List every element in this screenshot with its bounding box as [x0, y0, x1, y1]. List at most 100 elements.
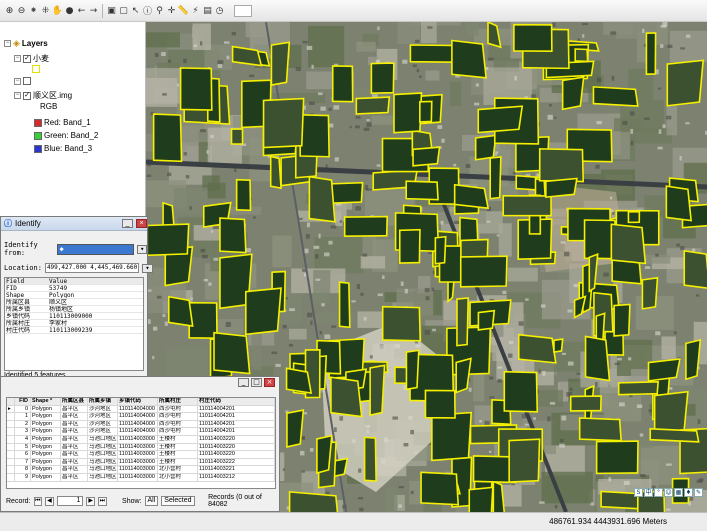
fixed-zoom-in-icon[interactable]: ⁕ — [28, 4, 39, 18]
html-popup-icon[interactable]: ▤ — [202, 4, 213, 18]
table-row[interactable]: 4 Polygon 昌平区 马池口地区 110114003000 土楼村 110114003… — [7, 435, 275, 444]
wheat-field-polygon[interactable] — [574, 48, 589, 63]
collapse-icon[interactable]: − — [14, 77, 21, 85]
wheat-field-polygon[interactable] — [398, 228, 421, 264]
pan-icon[interactable]: ✋ — [52, 4, 63, 18]
column-header[interactable]: 所属区县 — [61, 398, 88, 405]
wheat-field-polygon[interactable] — [286, 409, 305, 448]
measure-icon[interactable]: 📏 — [178, 4, 189, 18]
wheat-field-polygon[interactable] — [517, 333, 557, 364]
wheat-field-polygon[interactable] — [613, 303, 631, 337]
wheat-field-polygon[interactable] — [456, 297, 470, 347]
collapse-icon[interactable]: − — [14, 92, 21, 99]
wheat-field-polygon[interactable] — [434, 235, 447, 265]
ime-smiley-icon[interactable]: ☺ — [664, 488, 673, 497]
wheat-field-polygon[interactable] — [270, 41, 291, 87]
wheat-field-polygon[interactable] — [595, 440, 639, 475]
wheat-field-polygon[interactable] — [592, 86, 639, 107]
wheat-field-polygon[interactable] — [409, 44, 456, 63]
wheat-field-polygon[interactable] — [355, 96, 391, 115]
wheat-field-polygon[interactable] — [308, 175, 336, 223]
wheat-field-polygon[interactable] — [489, 156, 502, 200]
ime-tools-icon[interactable]: ✎ — [694, 488, 703, 497]
wheat-field-polygon[interactable] — [647, 358, 681, 382]
wheat-field-polygon[interactable] — [513, 23, 553, 52]
wheat-field-polygon[interactable] — [235, 178, 252, 212]
wheat-field-polygon[interactable] — [245, 287, 282, 336]
attribute-grid[interactable]: FID Shape * 所属区县 所属乡镇 乡镇代码 所属村庄 村庄代码 ▸ 0 Polygon… — [6, 397, 276, 489]
wheat-field-polygon[interactable] — [459, 255, 508, 288]
wheat-field-polygon[interactable] — [610, 223, 647, 265]
ime-logo-icon[interactable]: S — [634, 488, 643, 497]
column-header[interactable]: Shape * — [31, 398, 61, 405]
identify-result-row[interactable]: FID 53749 — [5, 285, 143, 292]
wheat-field-polygon[interactable] — [455, 357, 472, 394]
wheat-field-polygon[interactable] — [685, 338, 702, 381]
wheat-field-polygon[interactable] — [641, 276, 659, 310]
wheat-field-polygon[interactable] — [627, 210, 641, 224]
wheat-field-polygon[interactable] — [331, 65, 354, 103]
wheat-field-polygon[interactable] — [412, 146, 441, 167]
wheat-field-polygon[interactable] — [393, 92, 423, 134]
last-record-button[interactable]: ⏭ — [98, 496, 107, 506]
wheat-field-polygon[interactable] — [179, 67, 213, 111]
identify-result-row[interactable]: 村庄代码 110113009239 — [5, 327, 143, 334]
wheat-field-polygon[interactable] — [453, 183, 490, 210]
wheat-field-polygon[interactable] — [405, 349, 420, 391]
wheat-field-polygon[interactable] — [477, 105, 524, 134]
table-row[interactable]: 9 Polygon 昌平区 马池口地区 110114003000 北小营村 11011400… — [7, 473, 275, 482]
wheat-field-polygon[interactable] — [431, 411, 473, 462]
wheat-field-polygon[interactable] — [584, 335, 611, 382]
identify-result-row[interactable]: 乡镇代码 110113009000 — [5, 313, 143, 320]
wheat-field-polygon[interactable] — [363, 436, 377, 482]
ime-keyboard-icon[interactable]: ▦ — [674, 488, 683, 497]
minimize-button[interactable]: _ — [238, 378, 249, 387]
wheat-field-polygon[interactable] — [405, 180, 439, 201]
wheat-field-polygon[interactable] — [381, 305, 422, 342]
wheat-field-polygon[interactable] — [330, 376, 363, 418]
back-extent-icon[interactable]: ← — [76, 4, 87, 18]
wheat-field-polygon[interactable] — [269, 155, 282, 190]
show-selected-button[interactable]: Selected — [161, 496, 195, 506]
table-row[interactable]: 3 Polygon 昌平区 沙河地区 110114004000 西沙屯村 110114004… — [7, 428, 275, 436]
identify-result-row[interactable]: 所属乡镇 杨镇地区 — [5, 306, 143, 313]
wheat-field-polygon[interactable] — [329, 181, 364, 205]
wheat-field-polygon[interactable] — [230, 128, 244, 145]
table-row[interactable]: 5 Polygon 昌平区 马池口地区 110114003000 土楼村 110114003… — [7, 443, 275, 452]
table-row[interactable]: 2 Polygon 昌平区 沙河地区 110114004000 西沙屯村 110114004… — [7, 420, 275, 429]
band-color-swatch[interactable] — [34, 118, 42, 127]
ime-chinese-icon[interactable]: 中 — [644, 488, 653, 497]
zoom-in-icon[interactable]: ⊕ — [4, 4, 15, 18]
wheat-field-polygon[interactable] — [617, 381, 660, 396]
forward-extent-icon[interactable]: → — [88, 4, 99, 18]
dropdown-arrow-icon[interactable]: ▾ — [137, 244, 147, 254]
identify-icon[interactable]: ⓘ — [142, 4, 153, 18]
location-menu-icon[interactable]: ▾ — [141, 263, 153, 273]
wheat-field-polygon[interactable] — [502, 195, 552, 217]
wheat-field-polygon[interactable] — [188, 301, 218, 340]
identify-result-row[interactable]: Shape Polygon — [5, 292, 143, 299]
wheat-field-polygon[interactable] — [468, 486, 494, 512]
wheat-field-polygon[interactable] — [343, 215, 389, 238]
column-header[interactable] — [7, 398, 15, 405]
wheat-field-polygon[interactable] — [219, 217, 247, 254]
wheat-field-polygon[interactable] — [474, 134, 497, 161]
previous-record-button[interactable]: ◀ — [45, 496, 54, 506]
identify-result-row[interactable]: 所属村庄 李家村 — [5, 320, 143, 327]
table-row[interactable]: 6 Polygon 昌平区 马池口地区 110114003000 土楼村 110114003… — [7, 451, 275, 459]
wheat-field-polygon[interactable] — [420, 471, 460, 506]
select-features-icon[interactable]: ▣ — [106, 4, 117, 18]
full-extent-icon[interactable]: ● — [64, 4, 75, 18]
wheat-symbol-swatch[interactable] — [32, 65, 40, 73]
ime-skin-icon[interactable]: ♦ — [684, 488, 693, 497]
layer-visibility-checkbox[interactable] — [23, 77, 31, 85]
zoom-out-icon[interactable]: ⊖ — [16, 4, 27, 18]
select-elements-icon[interactable]: ↖ — [130, 4, 141, 18]
wheat-field-polygon[interactable] — [569, 395, 602, 412]
column-header[interactable]: 乡镇代码 — [118, 398, 158, 405]
wheat-field-polygon[interactable] — [338, 281, 351, 329]
record-number-input[interactable]: 1 — [56, 496, 84, 506]
wheat-field-polygon[interactable] — [477, 309, 496, 331]
close-button[interactable]: × — [136, 219, 147, 228]
close-button[interactable]: × — [264, 378, 275, 387]
